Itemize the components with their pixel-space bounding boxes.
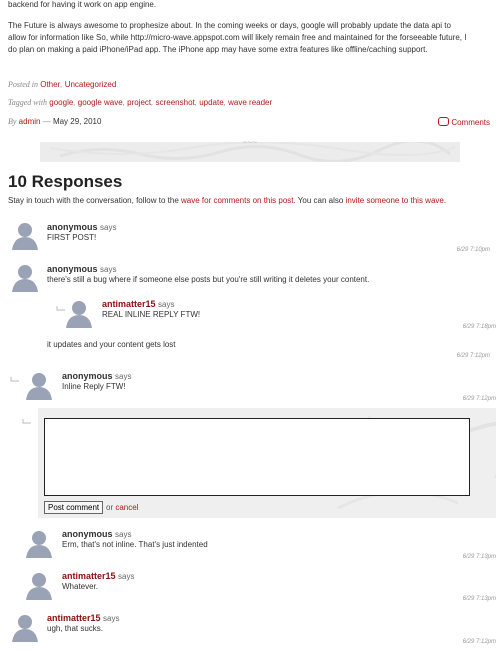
reply-arrow-icon — [10, 376, 20, 382]
category-link-other[interactable]: Other — [40, 80, 60, 89]
comments-link[interactable]: Comments — [438, 117, 490, 127]
comment-time: 6/29 7:18pm — [462, 324, 496, 330]
comment-author: antimatter15 — [62, 571, 116, 581]
says-label: says — [158, 300, 175, 309]
says-label: says — [115, 372, 132, 381]
comment: antimatter15 says Whatever. 6/29 7:13pm — [22, 568, 496, 604]
by-label: By — [8, 117, 17, 126]
says-label: says — [100, 223, 117, 232]
comment-time: 6/29 7:10pm — [456, 247, 490, 253]
says-label: says — [100, 265, 117, 274]
author-link[interactable]: admin — [19, 117, 41, 126]
comment-text: Whatever. — [62, 582, 99, 591]
user-silhouette-icon — [12, 223, 38, 250]
comment-text: it updates and your content gets lost — [47, 340, 176, 349]
comment-author: anonymous — [62, 529, 113, 539]
reply-form: Post comment or cancel — [38, 408, 496, 518]
comment-text: there's still a bug where if someone els… — [47, 275, 370, 284]
comment-time: 6/29 7:12pm — [462, 396, 496, 402]
user-silhouette-icon — [26, 573, 52, 600]
comment-time: 6/29 7:12pm — [462, 639, 496, 645]
comment: antimatter15 says ugh, that sucks. 6/29 … — [8, 610, 496, 648]
comment-text: Inline Reply FTW! — [62, 382, 126, 391]
says-label: says — [115, 530, 132, 539]
tag-link[interactable]: google — [49, 98, 73, 107]
user-silhouette-icon — [12, 265, 38, 292]
comment-author: anonymous — [47, 222, 98, 232]
tag-link[interactable]: google wave — [78, 98, 123, 107]
says-label: says — [103, 614, 120, 623]
tag-link[interactable]: update — [199, 98, 223, 107]
comment-author: anonymous — [47, 264, 98, 274]
or-cancel: or cancel — [106, 503, 138, 512]
comment: anonymous says there's still a bug where… — [8, 262, 496, 296]
posted-in: Posted in Other, Uncategorized — [8, 80, 117, 89]
comment-reply: antimatter15 says REAL INLINE REPLY FTW!… — [62, 296, 496, 336]
comment-text: REAL INLINE REPLY FTW! — [102, 310, 201, 319]
comment: anonymous says Erm, that's not inline. T… — [22, 526, 496, 562]
stay-middle: . You can also — [293, 196, 344, 205]
comment-reply: anonymous says Inline Reply FTW! 6/29 7:… — [22, 368, 496, 406]
invite-link[interactable]: invite someone to this wave — [346, 196, 444, 205]
comment: anonymous says FIRST POST! 6/29 7:10pm — [8, 220, 496, 254]
comment-time: 6/29 7:13pm — [462, 554, 496, 560]
byline: By admin — May 29, 2010 Comments — [8, 117, 496, 127]
stay-in-touch: Stay in touch with the conversation, fol… — [8, 196, 446, 205]
tagged-with: Tagged with google, google wave, project… — [8, 98, 273, 107]
reply-arrow-icon — [22, 418, 32, 424]
tag-link[interactable]: project — [127, 98, 151, 107]
ornament-icon: ~~~ — [242, 138, 257, 147]
comment-text: Erm, that's not inline. That's just inde… — [62, 540, 208, 549]
post-date: May 29, 2010 — [52, 117, 102, 126]
post-comment-button[interactable]: Post comment — [44, 501, 104, 514]
user-silhouette-icon — [26, 373, 52, 400]
user-silhouette-icon — [12, 615, 38, 642]
comment-text: FIRST POST! — [47, 233, 97, 242]
tag-link[interactable]: wave reader — [228, 98, 272, 107]
cancel-link[interactable]: cancel — [115, 503, 138, 512]
responses-title: 10 Responses — [8, 172, 123, 191]
post-paragraph: The Future is always awesome to prophesi… — [8, 21, 467, 54]
comment-author: antimatter15 — [47, 613, 101, 623]
speech-bubble-icon — [438, 117, 450, 126]
wave-comments-link[interactable]: wave for comments on this post — [181, 196, 294, 205]
comment-author: antimatter15 — [102, 299, 156, 309]
posted-in-label: Posted in — [8, 80, 38, 89]
comment-text: ugh, that sucks. — [47, 624, 104, 633]
date-separator: — — [42, 117, 51, 126]
decorative-divider: ~~~ — [40, 138, 460, 162]
user-silhouette-icon — [26, 531, 52, 558]
says-label: says — [118, 572, 135, 581]
reply-textarea[interactable] — [44, 418, 470, 496]
comment-author: anonymous — [62, 371, 113, 381]
or-label: or — [106, 503, 114, 512]
comments-link-label: Comments — [451, 118, 490, 127]
stay-prefix: Stay in touch with the conversation, fol… — [8, 196, 179, 205]
post-text-top: backend for having it work on app engine… — [8, 0, 157, 9]
comment-continuation: it updates and your content gets lost 6/… — [8, 340, 496, 362]
comment-time: 6/29 7:12pm — [456, 353, 490, 359]
user-silhouette-icon — [66, 301, 92, 328]
category-link-uncategorized[interactable]: Uncategorized — [65, 80, 117, 89]
stay-suffix: . — [443, 196, 447, 205]
tagged-with-label: Tagged with — [8, 98, 48, 107]
tag-link[interactable]: screenshot — [156, 98, 195, 107]
comment-time: 6/29 7:13pm — [462, 596, 496, 602]
